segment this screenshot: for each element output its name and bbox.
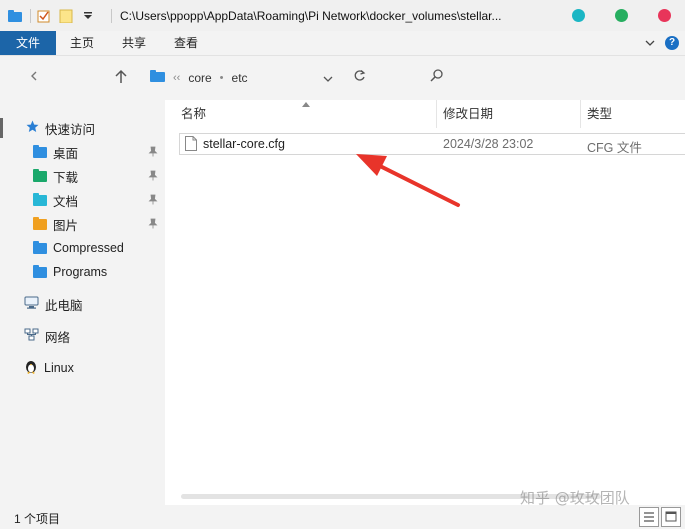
sidebar-item-label: 网络	[45, 330, 71, 345]
up-arrow-icon[interactable]	[114, 69, 128, 88]
file-icon	[185, 136, 197, 154]
watermark: 知乎 @玫玫团队	[520, 489, 630, 507]
tab-share[interactable]: 共享	[108, 31, 160, 55]
refresh-icon[interactable]	[353, 69, 366, 85]
sidebar-item-compressed[interactable]: Compressed	[0, 237, 162, 259]
sidebar-item-documents[interactable]: 文档	[0, 189, 162, 211]
sidebar-item-network[interactable]: 网络	[0, 325, 162, 347]
linux-penguin-icon	[24, 359, 38, 377]
status-bar: 1 个项目	[0, 505, 685, 529]
network-icon	[24, 328, 39, 344]
file-type: CFG 文件	[587, 141, 642, 155]
new-folder-icon[interactable]	[59, 9, 73, 23]
tab-file[interactable]: 文件	[0, 31, 56, 55]
breadcrumb-overflow[interactable]: ‹‹	[173, 72, 180, 84]
tab-view[interactable]: 查看	[160, 31, 212, 55]
sidebar-item-label: Programs	[53, 265, 108, 279]
sidebar-item-pictures[interactable]: 图片	[0, 213, 162, 235]
minimize-button[interactable]	[572, 9, 585, 22]
window-title: C:\Users\ppopp\AppData\Roaming\Pi Networ…	[120, 8, 502, 23]
toolbar-divider	[111, 8, 112, 23]
documents-folder-icon	[33, 192, 47, 206]
details-view-icon[interactable]	[639, 507, 659, 527]
sidebar-item-linux[interactable]: Linux	[0, 357, 162, 379]
sidebar-item-label: 快速访问	[45, 122, 96, 137]
toolbar-divider	[30, 8, 31, 23]
star-icon	[26, 120, 39, 136]
column-header-name[interactable]: 名称	[171, 100, 437, 128]
sidebar-item-label: 桌面	[53, 146, 79, 161]
breadcrumb-item-etc[interactable]: etc	[232, 71, 248, 85]
navigation-bar: ‹‹ core • etc	[0, 56, 685, 100]
ribbon-tabs: 文件 主页 共享 查看 ?	[0, 31, 685, 56]
large-icons-view-icon[interactable]	[661, 507, 681, 527]
help-icon[interactable]: ?	[665, 36, 679, 50]
search-icon[interactable]	[430, 69, 443, 85]
sidebar-item-label: 文档	[53, 194, 79, 209]
pictures-folder-icon	[33, 216, 47, 230]
sidebar-item-programs[interactable]: Programs	[0, 261, 162, 283]
file-name: stellar-core.cfg	[203, 137, 285, 151]
sidebar-item-downloads[interactable]: 下载	[0, 165, 162, 187]
column-header-type[interactable]: 类型	[577, 100, 685, 128]
folder-icon	[8, 9, 22, 22]
pin-icon	[148, 170, 158, 184]
folder-icon	[33, 240, 47, 254]
breadcrumb-separator: •	[219, 71, 224, 84]
window-controls	[572, 9, 671, 22]
file-row[interactable]: stellar-core.cfg 2024/3/28 23:02 CFG 文件	[179, 133, 685, 155]
pin-icon	[148, 218, 158, 232]
pin-icon	[148, 194, 158, 208]
sidebar-item-label: 此电脑	[45, 298, 83, 313]
sidebar-item-label: Compressed	[53, 241, 124, 255]
file-modified: 2024/3/28 23:02	[443, 137, 534, 151]
breadcrumb-item-core[interactable]: core	[188, 71, 211, 85]
column-header-modified[interactable]: 修改日期	[433, 100, 578, 128]
breadcrumb: ‹‹ core • etc	[150, 70, 248, 85]
sidebar-item-quick-access[interactable]: 快速访问	[0, 117, 162, 139]
close-button[interactable]	[658, 9, 671, 22]
downloads-folder-icon	[33, 168, 47, 182]
file-list-pane: 名称 修改日期 类型 stellar-core.cfg 2024/3/28 23…	[165, 100, 685, 505]
address-history-dropdown-icon[interactable]	[323, 71, 333, 86]
sidebar-item-label: Linux	[44, 361, 74, 375]
customize-toolbar-dropdown-icon[interactable]	[81, 9, 95, 23]
sidebar-item-desktop[interactable]: 桌面	[0, 141, 162, 163]
desktop-folder-icon	[33, 144, 47, 158]
navigation-pane: 快速访问 桌面 下载 文档 图片 Compressed Programs 此电脑	[0, 100, 162, 505]
folder-icon	[33, 264, 47, 278]
expand-ribbon-icon[interactable]	[645, 36, 655, 50]
item-count: 1 个项目	[14, 512, 61, 526]
pin-icon	[148, 146, 158, 160]
properties-icon[interactable]	[37, 9, 51, 23]
sidebar-item-this-pc[interactable]: 此电脑	[0, 293, 162, 315]
back-icon[interactable]	[30, 70, 38, 85]
maximize-button[interactable]	[615, 9, 628, 22]
title-bar: C:\Users\ppopp\AppData\Roaming\Pi Networ…	[0, 0, 685, 31]
folder-icon	[150, 70, 165, 85]
tab-home[interactable]: 主页	[56, 31, 108, 55]
sidebar-item-label: 下载	[53, 170, 79, 185]
computer-icon	[24, 296, 39, 312]
sidebar-item-label: 图片	[53, 218, 79, 233]
